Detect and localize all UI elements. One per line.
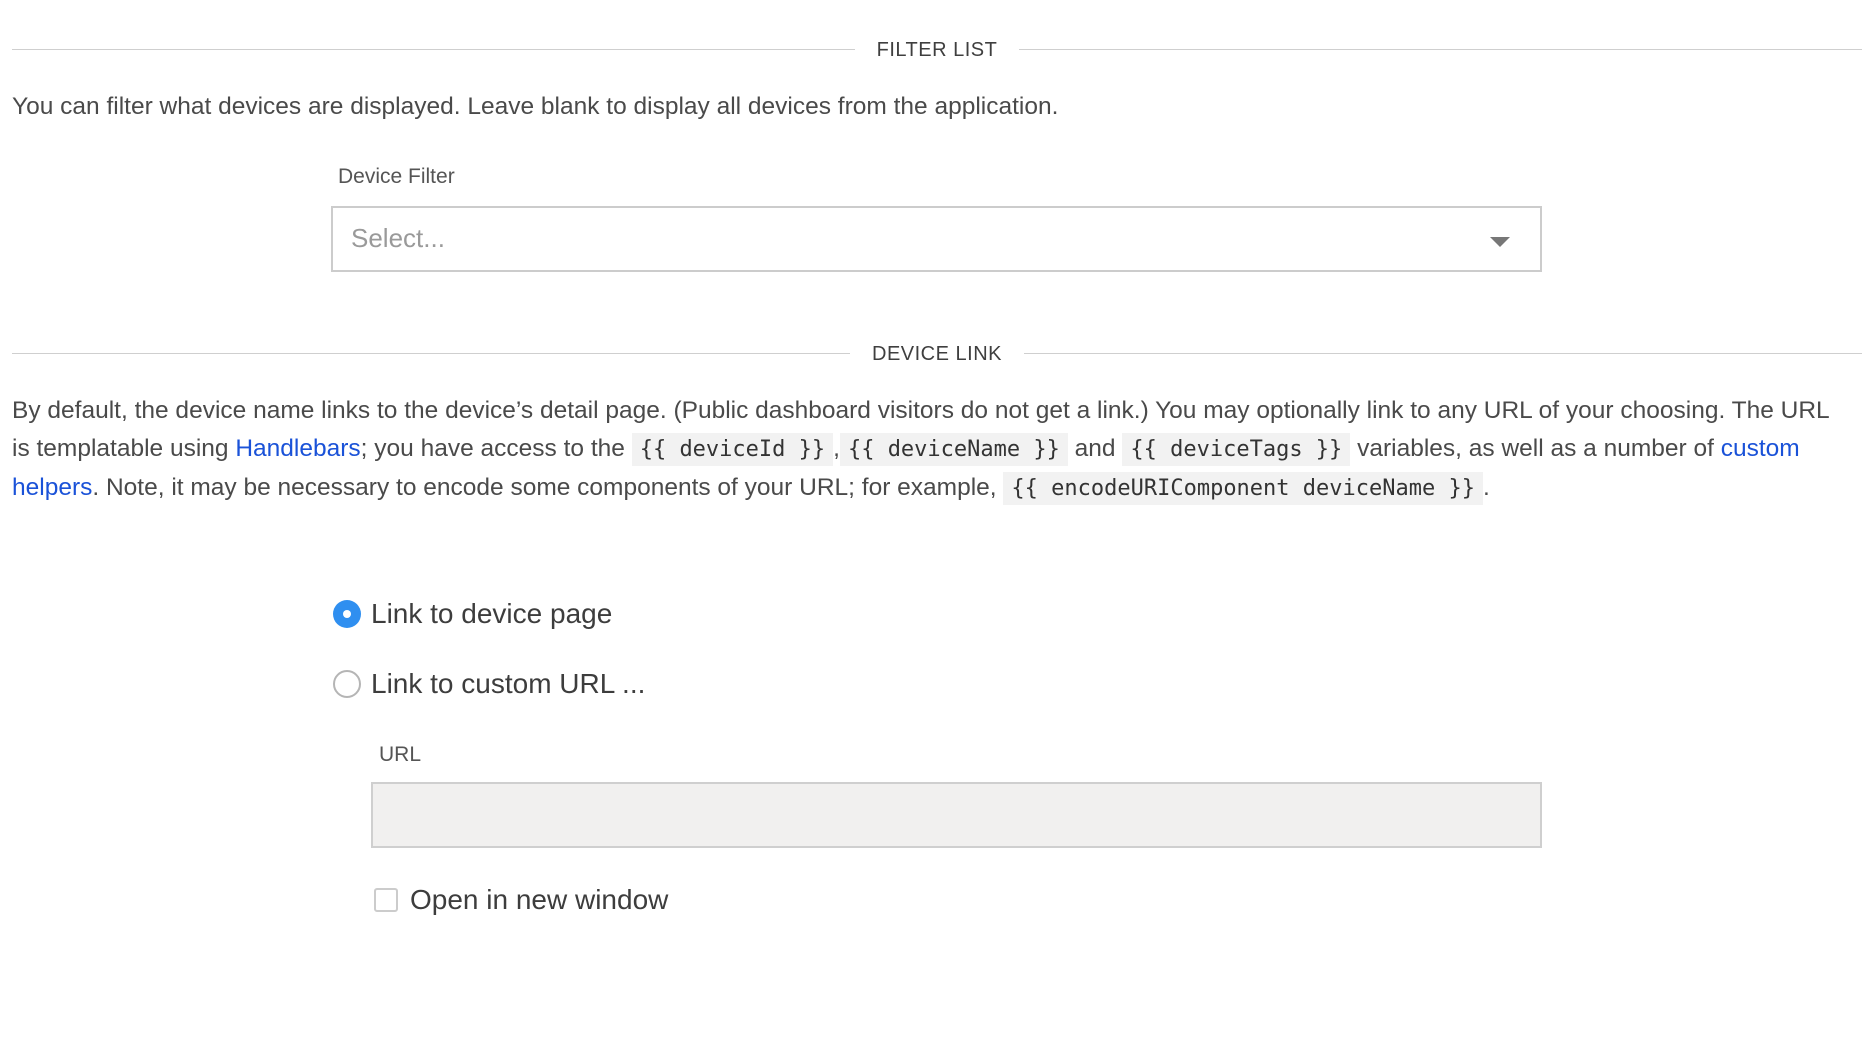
dashboard-block-settings: FILTER LIST You can filter what devices … — [0, 0, 1874, 1044]
open-new-window-label[interactable]: Open in new window — [410, 884, 668, 916]
url-label: URL — [379, 743, 422, 766]
radio-label-custom-url[interactable]: Link to custom URL ... — [371, 668, 645, 700]
code-device-tags: {{ deviceTags }} — [1122, 433, 1351, 466]
device-filter-label: Device Filter — [338, 165, 455, 188]
url-input[interactable] — [371, 782, 1542, 848]
description-text: . Note, it may be necessary to encode so… — [92, 474, 1004, 501]
device-link-header: DEVICE LINK — [12, 342, 1862, 366]
radio-button-unchecked[interactable] — [333, 670, 361, 698]
filter-list-header: FILTER LIST — [12, 38, 1862, 62]
open-new-window-checkbox[interactable] — [374, 888, 398, 912]
open-new-window-option[interactable]: Open in new window — [374, 882, 668, 918]
device-link-description: By default, the device name links to the… — [12, 392, 1852, 508]
filter-list-title: FILTER LIST — [854, 39, 1020, 61]
code-device-name: {{ deviceName }} — [839, 433, 1068, 466]
radio-label-device-page[interactable]: Link to device page — [371, 598, 612, 630]
radio-option-custom-url[interactable]: Link to custom URL ... — [333, 664, 645, 704]
description-text: variables, as well as a number of — [1350, 435, 1721, 462]
description-text: . — [1482, 474, 1490, 501]
description-text: , — [833, 435, 840, 462]
filter-description: You can filter what devices are displaye… — [12, 93, 1059, 120]
radio-button-checked[interactable] — [333, 600, 361, 628]
device-link-title: DEVICE LINK — [850, 343, 1024, 365]
handlebars-link[interactable]: Handlebars — [235, 435, 360, 462]
device-filter-select[interactable]: Select... — [331, 206, 1542, 272]
radio-option-device-page[interactable]: Link to device page — [333, 594, 612, 634]
chevron-down-icon[interactable] — [1490, 237, 1510, 247]
code-encode-uri: {{ encodeURIComponent deviceName }} — [1003, 472, 1483, 505]
description-text: and — [1067, 435, 1123, 462]
description-text: ; you have access to the — [360, 435, 632, 462]
code-device-id: {{ deviceId }} — [631, 433, 834, 466]
device-filter-placeholder: Select... — [351, 223, 445, 253]
